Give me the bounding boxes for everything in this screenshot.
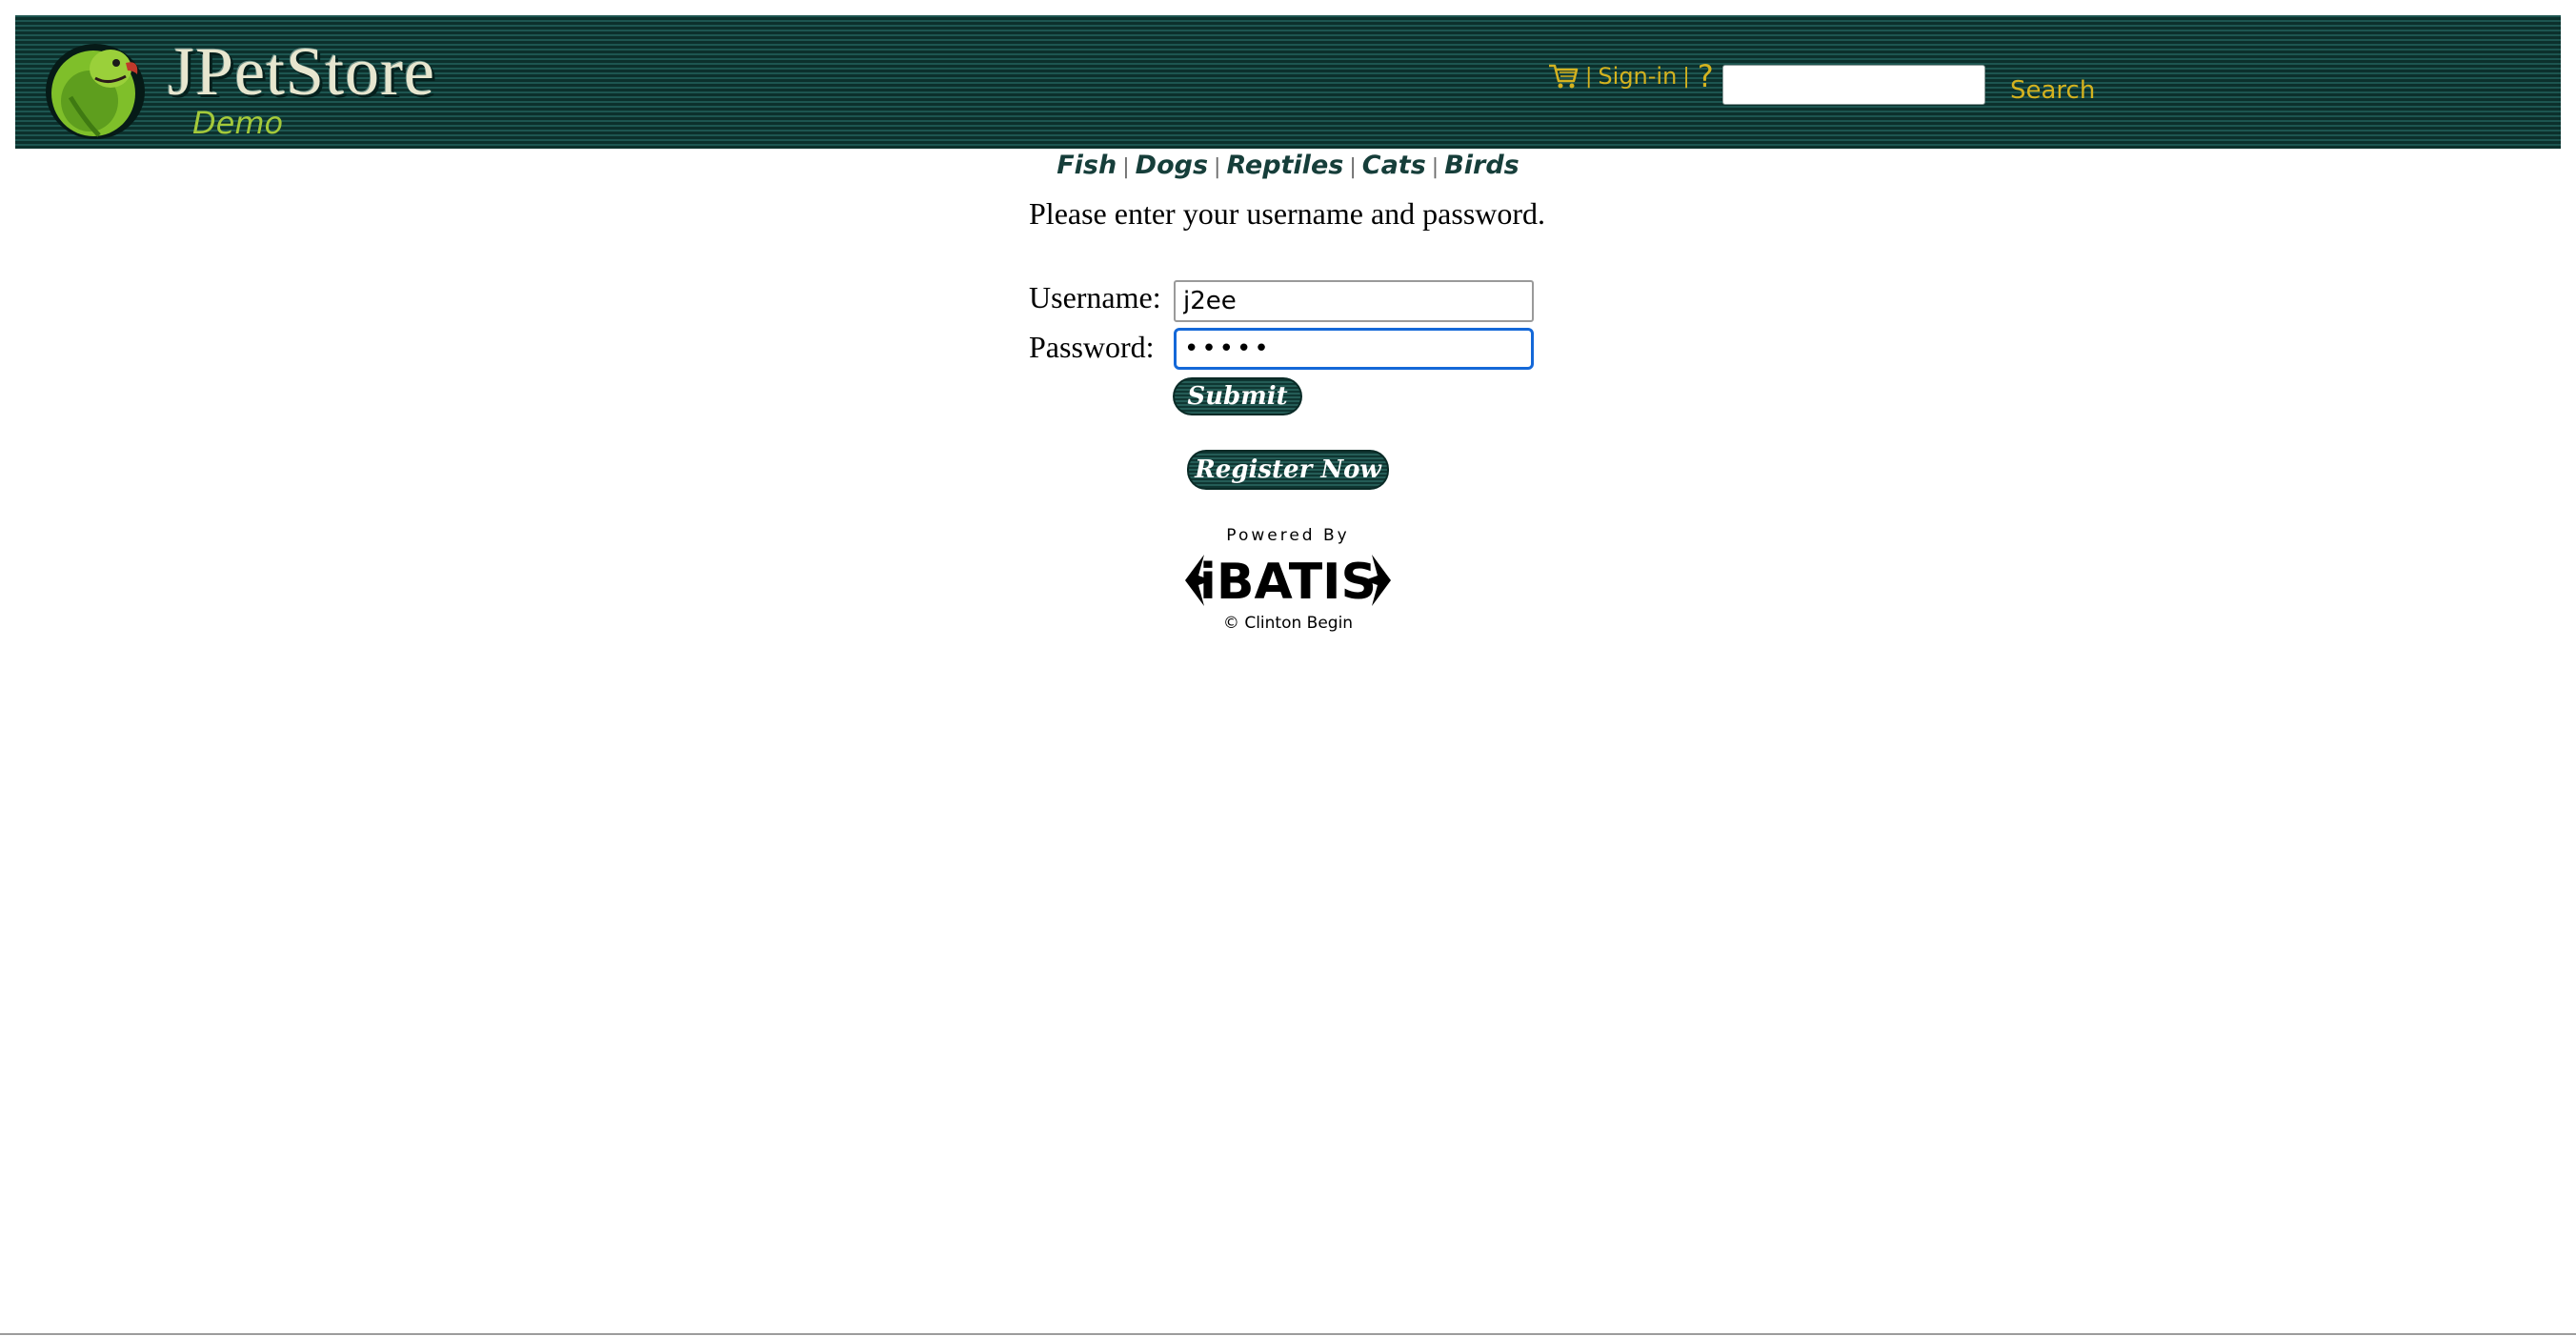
username-label: Username: — [1029, 280, 1161, 314]
password-field[interactable] — [1174, 328, 1534, 370]
brand-subtitle: Demo — [192, 105, 284, 141]
category-separator: | — [1122, 155, 1130, 179]
category-separator: | — [1214, 155, 1221, 179]
category-separator: | — [1349, 155, 1357, 179]
category-dogs-link[interactable]: Dogs — [1136, 151, 1208, 180]
logo-link[interactable]: JPetStore Demo — [42, 27, 471, 145]
category-nav: Fish | Dogs | Reptiles | Cats | Birds — [0, 149, 2576, 185]
password-label: Password: — [1029, 330, 1155, 364]
category-fish-link[interactable]: Fish — [1057, 151, 1117, 180]
ibatis-logo-text: iBATIS — [1199, 554, 1377, 611]
help-icon[interactable]: ? — [1698, 58, 1714, 94]
category-birds-link[interactable]: Birds — [1444, 151, 1519, 180]
submit-button[interactable]: Submit — [1173, 377, 1302, 415]
copyright-text: © Clinton Begin — [1222, 614, 1354, 633]
shopping-cart-icon[interactable] — [1547, 62, 1580, 91]
page: JPetStore Demo | Sign-in | ? Search Fish… — [0, 0, 2576, 1336]
powered-by-text: Powered By — [1226, 526, 1350, 545]
register-now-button[interactable]: Register Now — [1187, 450, 1389, 490]
header-links: | Sign-in | ? — [1547, 57, 1714, 95]
category-cats-link[interactable]: Cats — [1362, 151, 1426, 180]
category-separator: | — [1431, 155, 1439, 179]
brand-name: JPetStore — [168, 33, 436, 110]
powered-by-ibatis: Powered By iBATIS © Clinton Begin — [1183, 526, 1393, 637]
ibatis-logo-icon: iBATIS — [1185, 554, 1391, 611]
search-input[interactable] — [1722, 65, 1985, 105]
header-separator: | — [1682, 64, 1690, 89]
search-button[interactable]: Search — [2010, 76, 2095, 105]
username-field[interactable] — [1174, 280, 1534, 322]
sign-in-link[interactable]: Sign-in — [1598, 63, 1677, 90]
bottom-divider — [0, 1333, 2576, 1335]
category-reptiles-link[interactable]: Reptiles — [1226, 151, 1343, 180]
login-prompt: Please enter your username and password. — [1029, 196, 1546, 231]
header-separator: | — [1585, 64, 1593, 89]
header-banner: JPetStore Demo | Sign-in | ? Search — [15, 15, 2561, 149]
parrot-logo-icon — [46, 44, 145, 139]
